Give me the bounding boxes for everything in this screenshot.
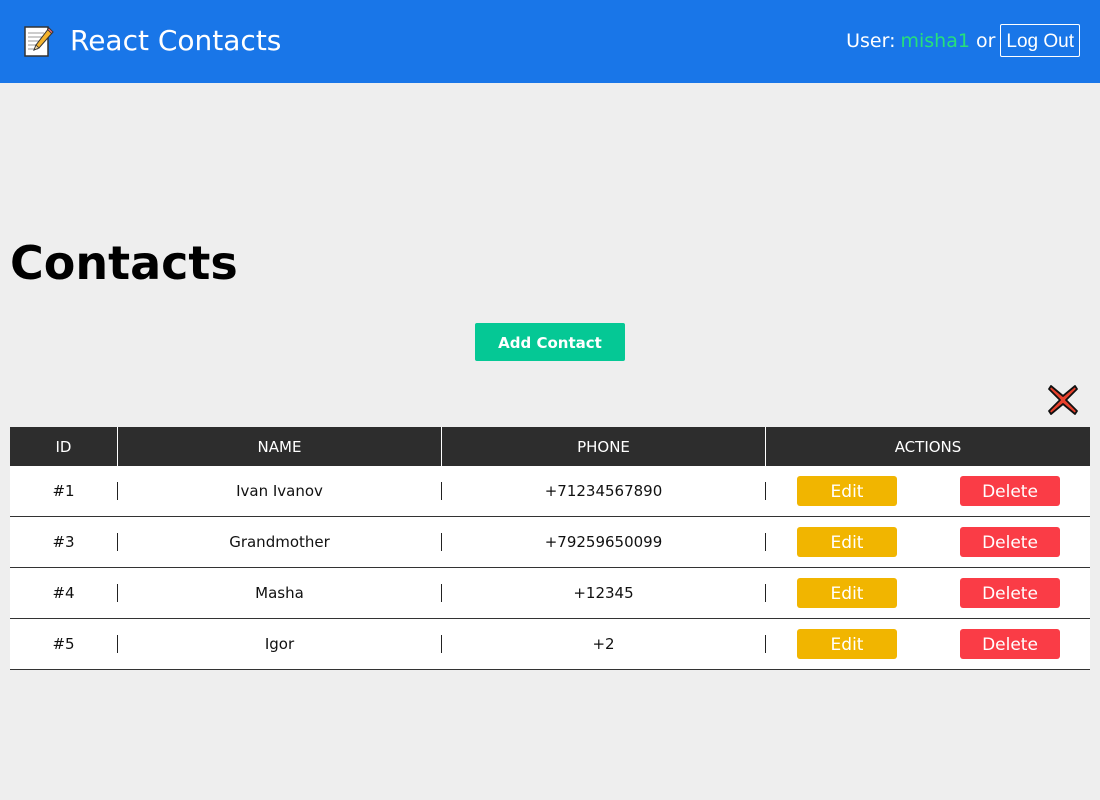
contact-name: Grandmother	[117, 533, 441, 551]
delete-button[interactable]: Delete	[960, 476, 1060, 506]
contact-actions: Edit Delete	[765, 629, 1090, 659]
edit-button[interactable]: Edit	[797, 476, 897, 506]
edit-button[interactable]: Edit	[797, 629, 897, 659]
delete-button[interactable]: Delete	[960, 629, 1060, 659]
contact-phone: +71234567890	[441, 482, 765, 500]
table-header: ID NAME PHONE ACTIONS	[10, 427, 1090, 466]
page-title: Contacts	[10, 236, 238, 290]
add-contact-button[interactable]: Add Contact	[475, 323, 625, 361]
contact-name: Ivan Ivanov	[117, 482, 441, 500]
username: misha1	[900, 29, 970, 52]
memo-icon	[24, 26, 54, 57]
user-area: User: misha1 or Log Out	[846, 23, 1080, 58]
or-text: or	[975, 29, 996, 52]
user-label: User:	[846, 29, 896, 52]
table-row: #5 Igor +2 Edit Delete	[10, 619, 1090, 670]
app-title: React Contacts	[70, 24, 282, 57]
app-header: React Contacts User: misha1 or Log Out	[0, 0, 1100, 83]
column-header-phone: PHONE	[441, 427, 765, 466]
logout-button[interactable]: Log Out	[1000, 24, 1080, 57]
column-header-name: NAME	[117, 427, 441, 466]
contacts-table: ID NAME PHONE ACTIONS #1 Ivan Ivanov +71…	[10, 427, 1090, 670]
edit-button[interactable]: Edit	[797, 578, 897, 608]
edit-button[interactable]: Edit	[797, 527, 897, 557]
contact-id: #1	[52, 482, 75, 500]
contact-actions: Edit Delete	[765, 476, 1090, 506]
contact-id: #3	[52, 533, 75, 551]
contact-name: Masha	[117, 584, 441, 602]
table-row: #3 Grandmother +79259650099 Edit Delete	[10, 517, 1090, 568]
close-icon[interactable]	[1046, 383, 1080, 417]
contact-id: #5	[52, 635, 75, 653]
contact-phone: +2	[441, 635, 765, 653]
table-row: #1 Ivan Ivanov +71234567890 Edit Delete	[10, 466, 1090, 517]
column-header-actions: ACTIONS	[765, 427, 1090, 466]
contact-phone: +12345	[441, 584, 765, 602]
delete-button[interactable]: Delete	[960, 527, 1060, 557]
delete-button[interactable]: Delete	[960, 578, 1060, 608]
table-row: #4 Masha +12345 Edit Delete	[10, 568, 1090, 619]
contact-id: #4	[52, 584, 75, 602]
contact-name: Igor	[117, 635, 441, 653]
contact-actions: Edit Delete	[765, 527, 1090, 557]
contact-phone: +79259650099	[441, 533, 765, 551]
contact-actions: Edit Delete	[765, 578, 1090, 608]
column-header-id: ID	[55, 437, 72, 456]
